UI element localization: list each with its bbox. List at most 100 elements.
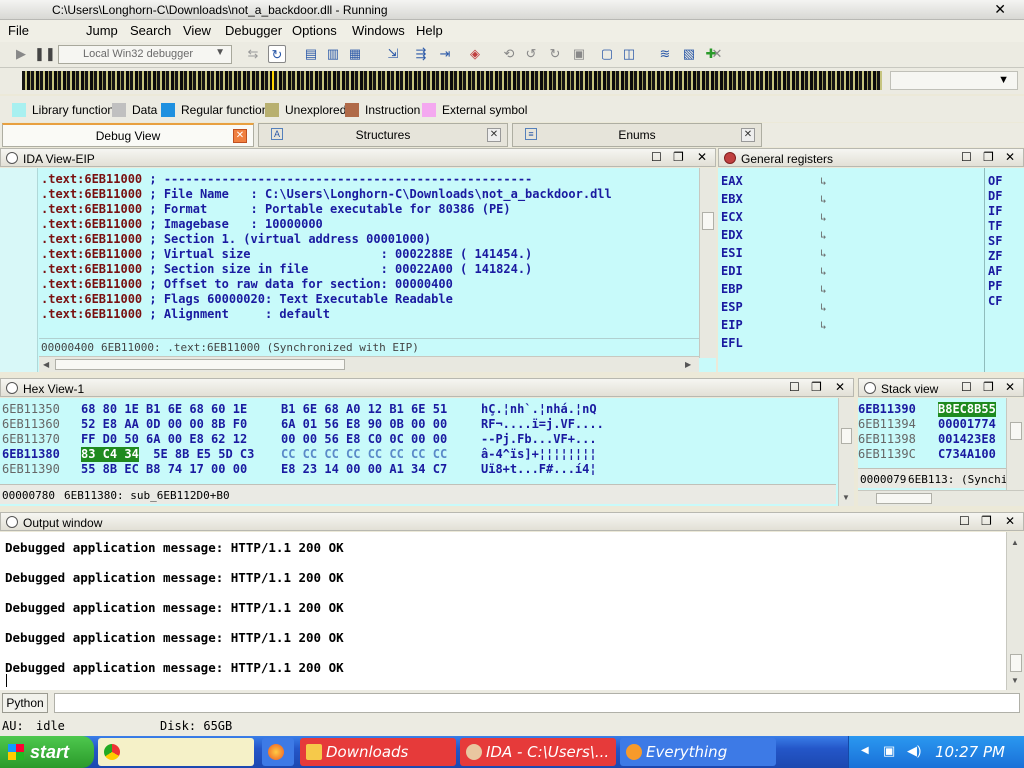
hex-view-pane[interactable]: 6EB11350 68 80 1E B1 6E 68 60 1E B1 6E 68 … [0,398,854,506]
restore-icon[interactable]: ❐ [981,514,992,528]
register-jump-icon[interactable]: ↳ [820,246,827,261]
window2-icon[interactable]: ◫ [620,45,638,63]
navigation-band-select[interactable]: ▼ [890,71,1018,90]
scrollbar-thumb[interactable] [55,359,345,370]
close-icon[interactable]: ✕ [835,380,845,394]
menu-debugger[interactable]: Debugger [225,23,282,38]
flags-divider [984,168,985,372]
ida-view-pane[interactable]: .text:6EB11000 ; -----------------------… [0,168,716,372]
register-jump-icon[interactable]: ↳ [820,192,827,207]
tab-debug-view[interactable]: Debug View ✕ [2,123,254,147]
stack-view-vertical-scrollbar[interactable] [1006,398,1024,490]
ida-bug-icon[interactable]: ◈ [466,45,484,63]
pause-icon[interactable]: ❚❚ [34,45,56,63]
register-jump-icon[interactable]: ↳ [820,174,827,189]
menu-view[interactable]: View [183,23,211,38]
command-input[interactable] [54,693,1020,713]
attach-icon[interactable]: ↻ [268,45,286,63]
restore-icon[interactable]: ❐ [811,380,822,394]
delete-breakpoint-icon[interactable]: ✕ [708,45,726,63]
close-icon[interactable]: ✕ [1005,380,1015,394]
close-icon[interactable]: ✕ [697,150,707,164]
register-jump-icon[interactable]: ↳ [820,318,827,333]
taskbar-item-chrome[interactable] [98,738,254,766]
trace-icon[interactable]: ⟲ [500,45,518,63]
hex-view-vertical-scrollbar[interactable]: ▼ [838,398,854,506]
minimize-icon[interactable]: ☐ [651,150,662,164]
close-icon[interactable]: ✕ [233,129,247,143]
menu-help[interactable]: Help [416,23,443,38]
menu-search[interactable]: Search [130,23,171,38]
stack-row-value[interactable]: B8EC8B55 [938,402,996,417]
taskbar-item-ida[interactable]: IDA - C:\Users\... [460,738,616,766]
menu-options[interactable]: Options [292,23,337,38]
volume-icon[interactable]: ◀) [907,743,921,759]
stack-view-horizontal-scrollbar[interactable] [858,490,1024,506]
trace-fwd-icon[interactable]: ↻ [546,45,564,63]
stop-icon[interactable]: ⇆ [244,45,262,63]
scrollbar-thumb[interactable] [876,493,932,504]
scrollbar-thumb[interactable] [702,212,714,230]
close-icon[interactable]: ✕ [1005,150,1015,164]
network-icon[interactable]: ▣ [883,743,895,759]
trace-back-icon[interactable]: ↺ [522,45,540,63]
tab-structures[interactable]: A Structures ✕ [258,123,508,147]
python-language-button[interactable]: Python [2,693,48,713]
taskbar-item-downloads[interactable]: Downloads [300,738,456,766]
tray-expand-icon[interactable]: ◀ [861,745,869,756]
start-button[interactable]: start [0,736,94,768]
close-icon[interactable]: ✕ [487,128,501,142]
register-jump-icon[interactable]: ↳ [820,300,827,315]
register-jump-icon[interactable]: ↳ [820,282,827,297]
run-to-cursor-icon[interactable]: ⇥ [436,45,454,63]
output-window-pane[interactable]: Debugged application message: HTTP/1.1 2… [0,532,1024,690]
debugger-select[interactable]: Local Win32 debugger ▼ [58,45,232,64]
register-jump-icon[interactable]: ↳ [820,264,827,279]
minimize-icon[interactable]: ☐ [961,150,972,164]
scrollbar-thumb[interactable] [1010,422,1022,440]
window-icon[interactable]: ▢ [598,45,616,63]
graph-icon[interactable]: ≋ [656,45,674,63]
scroll-down-icon[interactable]: ▼ [1011,676,1019,686]
hex-icon[interactable]: ▧ [680,45,698,63]
tab-enums[interactable]: ≡ Enums ✕ [512,123,762,147]
ida-view-horizontal-scrollbar[interactable]: ◀ ▶ [39,356,699,372]
clock[interactable]: 10:27 PM [935,743,1005,761]
output-vertical-scrollbar[interactable]: ▲ ▼ [1006,532,1024,690]
step-over-icon[interactable]: ⇶ [412,45,430,63]
register-jump-icon[interactable]: ↳ [820,210,827,225]
menu-jump[interactable]: Jump [86,23,118,38]
scrollbar-thumb[interactable] [841,428,852,444]
minimize-icon[interactable]: ☐ [959,514,970,528]
scroll-up-icon[interactable]: ▲ [1011,538,1019,548]
stack-view-pane[interactable]: 6EB11390 B8EC8B55 6EB11394 00001774 6EB11398… [858,398,1024,506]
registers-pane[interactable]: EAX ↳ EBX ↳ ECX ↳ EDX ↳ ESI ↳ EDI ↳ EBP ↳ ESP ↳ EIP ↳ EFL … [718,168,1024,372]
navigation-band[interactable] [22,71,882,90]
close-window-button[interactable]: ✕ [994,1,1006,18]
trace-window-icon[interactable]: ▣ [570,45,588,63]
threads-icon[interactable]: ▥ [324,45,342,63]
restore-icon[interactable]: ❐ [673,150,684,164]
hex-selection[interactable]: 83 C4 34 [81,447,139,462]
step-into-icon[interactable]: ⇲ [384,45,402,63]
ida-view-vertical-scrollbar[interactable] [699,168,716,358]
scrollbar-thumb[interactable] [1010,654,1022,672]
register-jump-icon[interactable]: ↳ [820,228,827,243]
menu-windows[interactable]: Windows [352,23,405,38]
play-icon[interactable]: ▶ [12,45,30,63]
taskbar-item-everything[interactable]: Everything [620,738,776,766]
menu-file[interactable]: File [8,23,29,38]
scroll-right-icon[interactable]: ▶ [685,360,691,370]
modules-icon[interactable]: ▦ [346,45,364,63]
restore-icon[interactable]: ❐ [983,150,994,164]
minimize-icon[interactable]: ☐ [789,380,800,394]
close-icon[interactable]: ✕ [1005,514,1015,528]
close-icon[interactable]: ✕ [741,128,755,142]
taskbar-item-firefox[interactable] [262,738,294,766]
minimize-icon[interactable]: ☐ [961,380,972,394]
list-icon[interactable]: ▤ [302,45,320,63]
scroll-down-icon[interactable]: ▼ [842,493,850,503]
ida-view-icon [6,152,18,164]
scroll-left-icon[interactable]: ◀ [43,360,49,370]
restore-icon[interactable]: ❐ [983,380,994,394]
